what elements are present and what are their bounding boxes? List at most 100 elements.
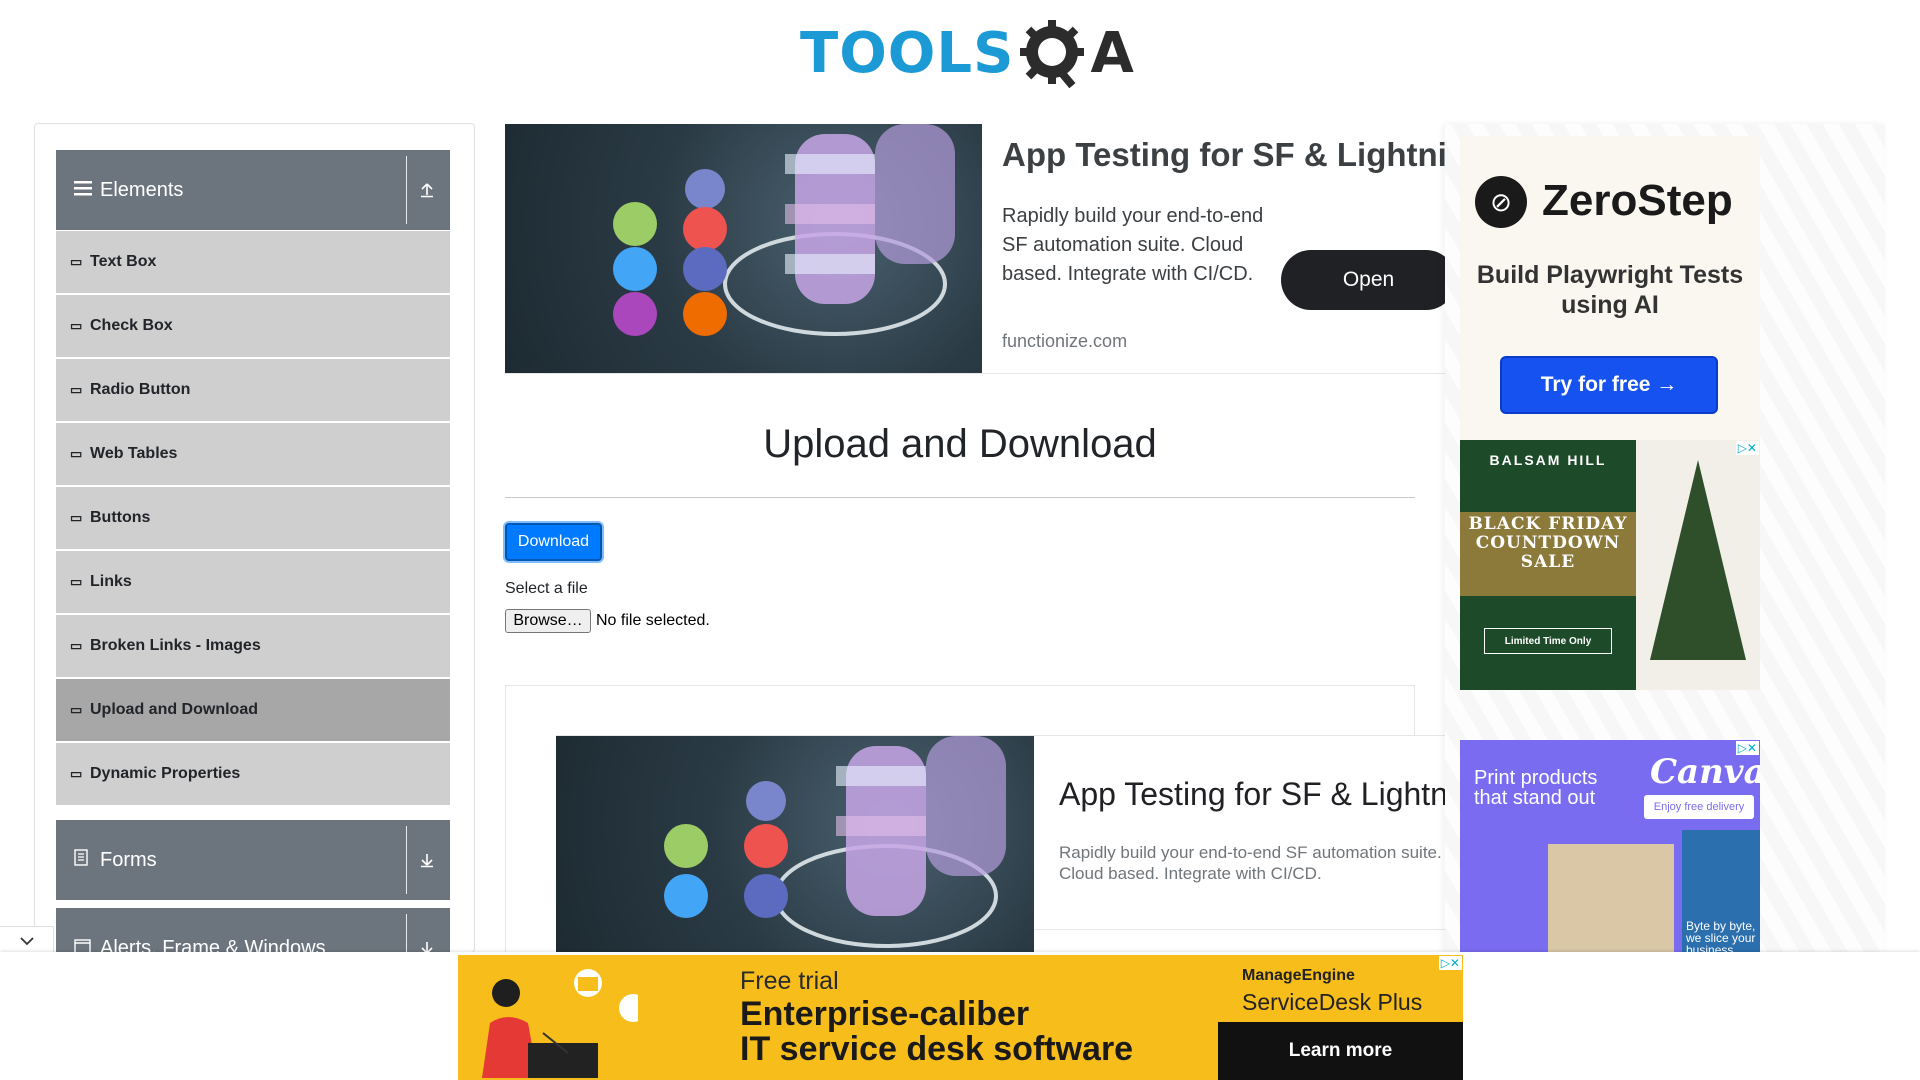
sidebar-item-label: Broken Links - Images [90,637,261,654]
item-icon: ▭ [70,702,83,717]
canva-footer-text: Byte by byte, we slice your business cos… [1686,919,1756,954]
sidebar-group-alerts[interactable]: Alerts, Frame & Windows [56,908,450,953]
sidebar-item-label: Links [90,573,132,590]
try-for-free-button[interactable]: Try for free → [1500,356,1718,414]
manageengine-ad[interactable]: Free trial Enterprise-caliber IT service… [458,955,1463,1080]
database-illustration-icon [664,736,1006,948]
sidebar-group-elements[interactable]: Elements [56,150,450,230]
limited-time-button[interactable]: Limited Time Only [1484,628,1612,654]
learn-more-button[interactable]: Learn more [1218,1022,1463,1080]
download-button[interactable]: Download [505,523,602,561]
item-icon: ▭ [70,254,83,269]
ad-headline-line1: Enterprise-caliber [740,995,1030,1033]
gear-magnifier-icon [1020,20,1085,89]
sidebar-item-broken-links[interactable]: ▭ Broken Links - Images [56,614,450,678]
zerostep-logo-icon: ⊘ [1475,176,1527,228]
canva-ad[interactable]: Print products that stand out Canva Enjo… [1460,740,1760,954]
page: TOOLS A Elements ▭ Text Box ▭ Check Box … [0,0,1920,1080]
balsam-brand: BALSAM HILL [1489,452,1607,468]
divider [406,914,407,952]
sidebar-item-dynamic-properties[interactable]: ▭ Dynamic Properties [56,742,450,806]
zerostep-tagline: Build Playwright Tests using AI [1476,261,1744,319]
sidebar-item-buttons[interactable]: ▭ Buttons [56,486,450,550]
divider [505,497,1415,498]
collapse-up-icon[interactable] [412,150,442,230]
item-icon: ▭ [70,510,83,525]
manageengine-brand: ManageEngine [1242,967,1355,984]
sidebar-item-links[interactable]: ▭ Links [56,550,450,614]
sidebar-item-text-box[interactable]: ▭ Text Box [56,230,450,294]
ad-eyebrow: Free trial [740,967,839,995]
top-ad-banner[interactable]: App Testing for SF & Lightning Rapidly b… [505,124,1445,374]
logo-tools-text: TOOLS [800,21,1015,86]
sidebar-item-label: Web Tables [90,445,178,462]
sidebar-item-label: Upload and Download [90,701,258,718]
sidebar-item-web-tables[interactable]: ▭ Web Tables [56,422,450,486]
ad-domain[interactable]: functionize.com [1002,331,1127,352]
logo-qa: A [1018,18,1134,90]
page-title: Upload and Download [763,422,1157,466]
chevron-down-icon [19,936,34,945]
mid-ad-banner[interactable]: App Testing for SF & Lightning Rapidly b… [556,735,1446,955]
zerostep-ad[interactable]: ⊘ ZeroStep Build Playwright Tests using … [1460,136,1760,446]
hamburger-icon [74,179,96,202]
expand-down-icon[interactable] [412,820,442,900]
browse-button[interactable]: Browse… [505,609,591,633]
collapse-ad-toggle[interactable] [0,926,54,954]
item-icon: ▭ [70,382,83,397]
sidebar: Elements ▭ Text Box ▭ Check Box ▭ Radio But… [34,123,475,953]
ad-image [556,736,1034,955]
sidebar-item-label: Check Box [90,317,173,334]
expand-down-icon[interactable] [412,908,442,952]
database-illustration-icon [613,124,955,336]
item-icon: ▭ [70,638,83,653]
window-icon [74,937,96,952]
divider [1034,929,1446,930]
logo-a-text: A [1090,21,1134,86]
item-icon: ▭ [70,574,83,589]
item-icon: ▭ [70,766,83,781]
product-photo [1548,844,1674,954]
group-title: Elements [100,178,184,201]
sidebar-item-label: Buttons [90,509,151,526]
sidebar-item-upload-download[interactable]: ▭ Upload and Download [56,678,450,742]
ad-body: Rapidly build your end-to-end SF automat… [1059,843,1442,883]
elements-menu: ▭ Text Box ▭ Check Box ▭ Radio Button ▭ Web … [56,230,450,806]
sidebar-item-label: Radio Button [90,381,191,398]
sidebar-item-radio-button[interactable]: ▭ Radio Button [56,358,450,422]
sidebar-item-check-box[interactable]: ▭ Check Box [56,294,450,358]
ad-choices-close-icon[interactable]: ▷✕ [1735,441,1759,455]
enjoy-free-delivery-button[interactable]: Enjoy free delivery [1644,795,1754,819]
christmas-tree-image [1636,440,1760,690]
canva-text: Print products that stand out [1474,767,1598,809]
divider [406,156,407,224]
sidebar-group-forms[interactable]: Forms [56,820,450,900]
ad-choices-close-icon[interactable]: ▷✕ [1735,741,1759,755]
ad-title[interactable]: App Testing for SF & Lightning [1002,136,1445,174]
toolsqa-logo[interactable]: TOOLS A [800,14,1134,94]
group-title: Alerts, Frame & Windows [100,936,326,953]
item-icon: ▭ [70,446,83,461]
balsam-headline: BLACK FRIDAY COUNTDOWN SALE [1460,512,1636,596]
sidebar-item-label: Text Box [90,253,157,270]
ad-title[interactable]: App Testing for SF & Lightning [1059,776,1446,813]
servicedesk-product: ServiceDesk Plus [1242,989,1423,1015]
divider [406,826,407,894]
ad-image [505,124,982,373]
sidebar-item-label: Dynamic Properties [90,765,241,782]
tree-icon [1650,460,1746,660]
zerostep-name: ZeroStep [1542,176,1733,225]
canva-logo: Canva [1650,752,1760,792]
group-title: Forms [100,848,157,871]
document-icon [74,848,96,872]
ad-body: Rapidly build your end-to-end SF automat… [1002,205,1264,285]
person-laptop-illustration-icon [482,969,638,1078]
balsam-hill-ad[interactable]: BALSAM HILL BLACK FRIDAY COUNTDOWN SALE … [1460,440,1760,690]
file-status-text: No file selected. [596,612,710,629]
right-ad-column: ⊘ ZeroStep Build Playwright Tests using … [1445,124,1885,954]
ad-open-button[interactable]: Open [1281,250,1445,310]
ad-choices-close-icon[interactable]: ▷✕ [1438,956,1462,970]
ad-headline-line2: IT service desk software [740,1030,1134,1068]
item-icon: ▭ [70,318,83,333]
ad-headline: Enterprise-caliber IT service desk softw… [740,997,1133,1067]
